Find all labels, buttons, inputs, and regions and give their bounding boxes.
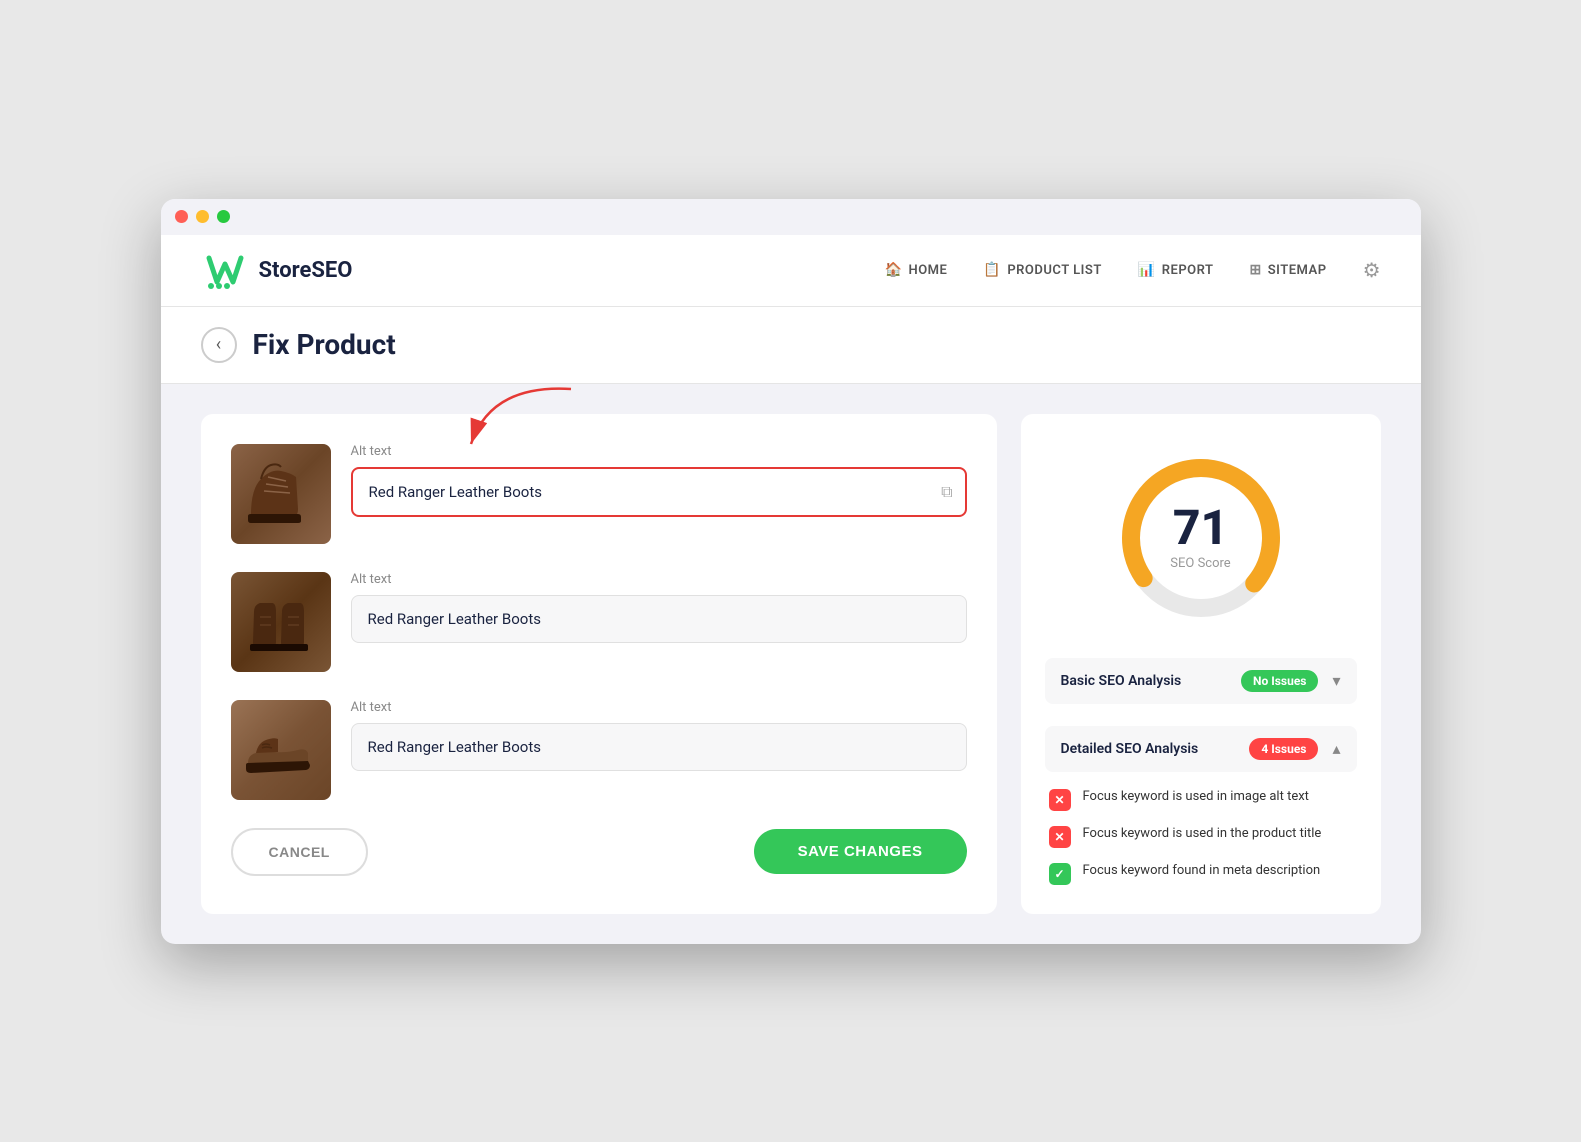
report-icon: 📊 xyxy=(1138,262,1156,278)
titlebar xyxy=(161,199,1421,235)
alt-label-2: Alt text xyxy=(351,572,967,587)
score-value: 71 xyxy=(1170,504,1230,552)
basic-seo-chevron-icon: ▾ xyxy=(1332,671,1340,690)
issue-text-1: Focus keyword is used in image alt text xyxy=(1083,788,1309,807)
issue-fail-icon-2: ✕ xyxy=(1049,826,1071,848)
issue-fail-icon-1: ✕ xyxy=(1049,789,1071,811)
seo-score-chart: 71 SEO Score xyxy=(1111,448,1291,628)
issues-list: ✕ Focus keyword is used in image alt tex… xyxy=(1045,774,1357,885)
issue-item-2: ✕ Focus keyword is used in the product t… xyxy=(1049,825,1353,848)
product-image-1 xyxy=(231,444,331,544)
alt-input-wrapper-3 xyxy=(351,723,967,771)
left-panel: Alt text ⧉ xyxy=(201,414,997,914)
detailed-seo-title: Detailed SEO Analysis xyxy=(1061,741,1199,757)
product-row-3: Alt text xyxy=(231,700,967,800)
copy-icon-1[interactable]: ⧉ xyxy=(941,482,952,502)
boot-svg-2 xyxy=(236,577,326,667)
product-image-3 xyxy=(231,700,331,800)
minimize-dot[interactable] xyxy=(196,210,209,223)
product-row-2: Alt text xyxy=(231,572,967,672)
issue-text-3: Focus keyword found in meta description xyxy=(1083,862,1321,881)
nav-sitemap[interactable]: ⊞ SITEMAP xyxy=(1250,262,1327,278)
alt-text-area-1: Alt text ⧉ xyxy=(351,444,967,517)
product-image-2 xyxy=(231,572,331,672)
nav-home[interactable]: 🏠 HOME xyxy=(885,262,948,278)
issue-pass-icon-3: ✓ xyxy=(1049,863,1071,885)
alt-label-1: Alt text xyxy=(351,444,967,459)
detailed-seo-section: Detailed SEO Analysis 4 Issues ▴ ✕ Focus… xyxy=(1045,726,1357,885)
score-center: 71 SEO Score xyxy=(1170,504,1230,571)
logo-text: StoreSEO xyxy=(259,258,353,283)
save-button[interactable]: SAVE CHANGES xyxy=(754,829,967,874)
issue-item-1: ✕ Focus keyword is used in image alt tex… xyxy=(1049,788,1353,811)
right-panel: 71 SEO Score Basic SEO Analysis No Issue… xyxy=(1021,414,1381,914)
home-icon: 🏠 xyxy=(885,262,903,278)
basic-seo-section: Basic SEO Analysis No Issues ▾ xyxy=(1045,658,1357,706)
main-content: Alt text ⧉ xyxy=(161,384,1421,944)
boot-svg-3 xyxy=(236,705,326,795)
mac-window: StoreSEO 🏠 HOME 📋 PRODUCT LIST 📊 REPORT … xyxy=(161,199,1421,944)
alt-input-wrapper-2 xyxy=(351,595,967,643)
alt-text-area-3: Alt text xyxy=(351,700,967,771)
navbar: StoreSEO 🏠 HOME 📋 PRODUCT LIST 📊 REPORT … xyxy=(161,235,1421,307)
list-icon: 📋 xyxy=(983,262,1001,278)
basic-seo-badge-row: No Issues ▾ xyxy=(1241,670,1340,692)
back-button[interactable]: ‹ xyxy=(201,327,237,363)
sitemap-icon: ⊞ xyxy=(1250,262,1262,278)
logo-icon xyxy=(201,246,249,294)
detailed-seo-header[interactable]: Detailed SEO Analysis 4 Issues ▴ xyxy=(1045,726,1357,772)
logo-area: StoreSEO xyxy=(201,246,353,294)
close-dot[interactable] xyxy=(175,210,188,223)
detailed-seo-badge-row: 4 Issues ▴ xyxy=(1249,738,1340,760)
nav-report[interactable]: 📊 REPORT xyxy=(1138,262,1214,278)
page-header: ‹ Fix Product xyxy=(161,307,1421,384)
nav-links: 🏠 HOME 📋 PRODUCT LIST 📊 REPORT ⊞ SITEMAP xyxy=(885,262,1327,278)
basic-seo-header[interactable]: Basic SEO Analysis No Issues ▾ xyxy=(1045,658,1357,704)
buttons-row: CANCEL SAVE CHANGES xyxy=(231,828,967,876)
settings-button[interactable]: ⚙ xyxy=(1363,258,1381,283)
issue-item-3: ✓ Focus keyword found in meta descriptio… xyxy=(1049,862,1353,885)
page-title: Fix Product xyxy=(253,328,396,361)
detailed-seo-badge: 4 Issues xyxy=(1249,738,1318,760)
nav-product-list[interactable]: 📋 PRODUCT LIST xyxy=(983,262,1101,278)
alt-text-area-2: Alt text xyxy=(351,572,967,643)
alt-input-1[interactable] xyxy=(351,467,967,517)
alt-input-3[interactable] xyxy=(351,723,967,771)
alt-label-3: Alt text xyxy=(351,700,967,715)
issue-text-2: Focus keyword is used in the product tit… xyxy=(1083,825,1322,844)
alt-input-wrapper-1: ⧉ xyxy=(351,467,967,517)
cancel-button[interactable]: CANCEL xyxy=(231,828,368,876)
score-label: SEO Score xyxy=(1170,556,1230,571)
boot-svg-1 xyxy=(236,449,326,539)
alt-input-2[interactable] xyxy=(351,595,967,643)
basic-seo-title: Basic SEO Analysis xyxy=(1061,673,1182,689)
maximize-dot[interactable] xyxy=(217,210,230,223)
product-row-1: Alt text ⧉ xyxy=(231,444,967,544)
detailed-seo-chevron-icon: ▴ xyxy=(1332,739,1340,758)
basic-seo-badge: No Issues xyxy=(1241,670,1318,692)
